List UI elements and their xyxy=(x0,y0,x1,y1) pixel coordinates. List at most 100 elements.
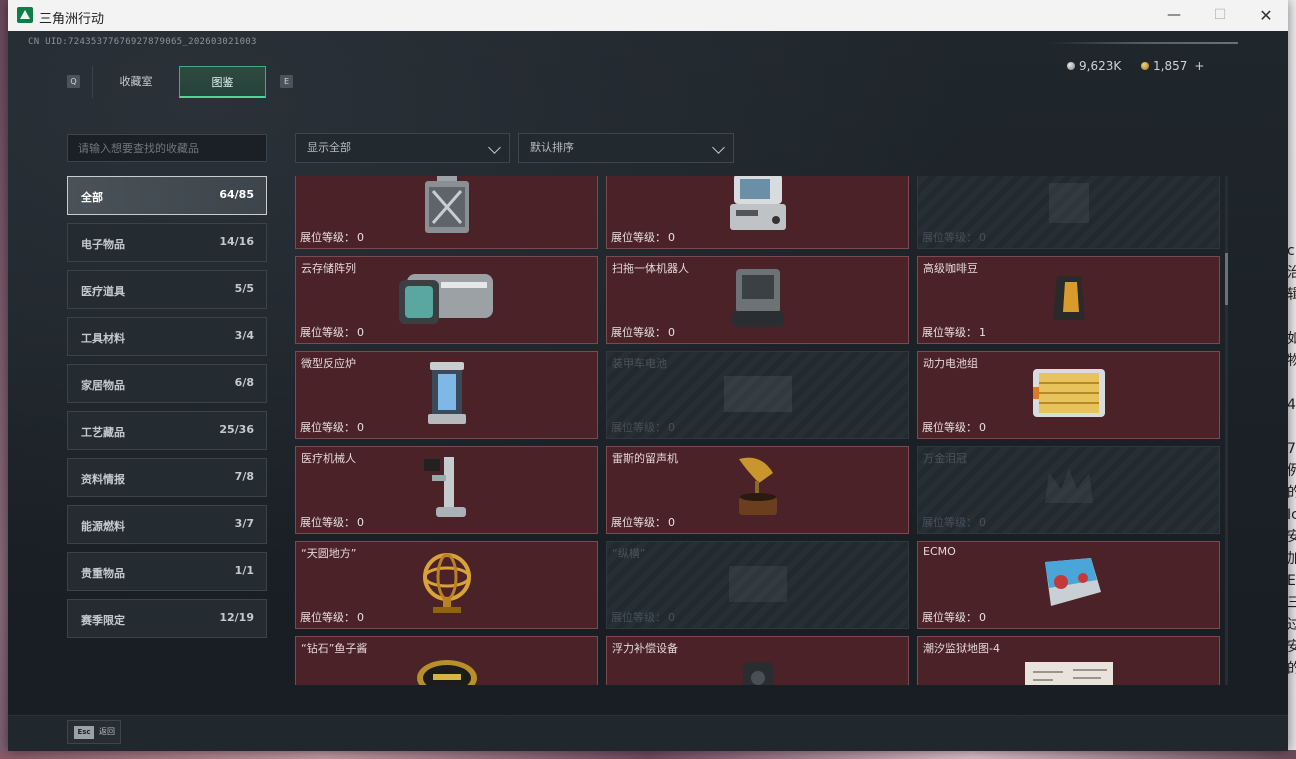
battery-pack-icon xyxy=(1029,363,1109,427)
coffee-bag-icon xyxy=(1051,272,1087,328)
item-level: 展位等级： 0 xyxy=(609,514,675,530)
window-title: 三角洲行动 xyxy=(39,12,105,27)
desktop-peek-char: 的 xyxy=(1287,485,1296,501)
category-count: 3/7 xyxy=(234,517,254,530)
collection-item-card[interactable]: 医疗机械人展位等级： 0 xyxy=(295,446,598,534)
category-item[interactable]: 家居物品 6/8 xyxy=(67,364,267,403)
category-item[interactable]: 工具材料 3/4 xyxy=(67,317,267,356)
collection-item-card[interactable]: “钻石”鱼子酱展位等级：0 xyxy=(295,636,598,685)
category-item[interactable]: 能源燃料 3/7 xyxy=(67,505,267,544)
level-label: 展位等级： xyxy=(922,516,977,529)
desktop-peek-char: 7c xyxy=(1287,441,1296,457)
desktop-peek-char: 例 xyxy=(1287,463,1296,479)
ecmo-icon xyxy=(1031,552,1107,618)
close-button[interactable]: ✕ xyxy=(1243,0,1289,31)
add-currency-button[interactable]: + xyxy=(1194,59,1204,73)
category-item[interactable]: 赛季限定 12/19 xyxy=(67,599,267,638)
level-label: 展位等级： xyxy=(300,611,355,624)
category-count: 12/19 xyxy=(219,611,254,624)
collection-item-card[interactable]: 展位等级： 0 xyxy=(917,176,1220,249)
level-value: 0 xyxy=(357,326,364,339)
bottom-bar xyxy=(8,715,1288,751)
desktop-peek-char xyxy=(1287,416,1296,438)
fuel-can-icon xyxy=(419,176,475,239)
level-value: 0 xyxy=(979,516,986,529)
caviar-tin-icon xyxy=(415,658,479,685)
category-item[interactable]: 贵重物品 1/1 xyxy=(67,552,267,591)
back-button[interactable]: Esc 返回 xyxy=(67,720,121,744)
category-item[interactable]: 全部 64/85 xyxy=(67,176,267,215)
item-level: 展位等级： 0 xyxy=(920,229,986,245)
level-label: 展位等级： xyxy=(922,231,977,244)
item-name: 潮汐监狱地图-4 xyxy=(923,642,1000,655)
sort-dropdown[interactable]: 默认排序 xyxy=(518,133,734,163)
category-item[interactable]: 工艺藏品 25/36 xyxy=(67,411,267,450)
category-count: 3/4 xyxy=(234,329,254,342)
silver-amount: 9,623K xyxy=(1079,59,1122,73)
collection-item-card[interactable]: 展位等级： 0 xyxy=(295,176,598,249)
top-tabs: 收藏室 图鉴 xyxy=(92,66,266,98)
category-label: 全部 xyxy=(81,191,103,204)
minimize-button[interactable]: — xyxy=(1151,0,1197,31)
level-value: 0 xyxy=(357,611,364,624)
tab-collection-room[interactable]: 收藏室 xyxy=(92,66,179,98)
locked-item-icon xyxy=(1039,176,1099,237)
item-grid-viewport: 展位等级： 0 展位等级： 0 展位等级： 0 云存储阵列 展位等级： 0 扫拖一体机器人 展位等级… xyxy=(295,176,1220,685)
collection-item-card[interactable]: 万金泪冠 展位等级： 0 xyxy=(917,446,1220,534)
level-label: 展位等级： xyxy=(611,516,666,529)
collection-item-card[interactable]: ECMO 展位等级： 0 xyxy=(917,541,1220,629)
collection-item-card[interactable]: 动力电池组 展位等级： 0 xyxy=(917,351,1220,439)
category-label: 能源燃料 xyxy=(81,520,125,533)
search-input[interactable] xyxy=(67,134,267,162)
category-item[interactable]: 医疗道具 5/5 xyxy=(67,270,267,309)
level-label: 展位等级： xyxy=(611,421,666,434)
medical-monitor-icon xyxy=(726,176,790,238)
level-value: 0 xyxy=(668,516,675,529)
gold-coin-icon xyxy=(1141,62,1149,70)
collection-item-card[interactable]: 潮汐监狱地图-4展位等级：0 xyxy=(917,636,1220,685)
category-item[interactable]: 资料情报 7/8 xyxy=(67,458,267,497)
collection-item-card[interactable]: 浮力补偿设备展位等级：0 xyxy=(606,636,909,685)
maximize-button[interactable]: ☐ xyxy=(1197,0,1243,31)
esc-key-icon: Esc xyxy=(74,726,94,739)
desktop-peek-char: Ei xyxy=(1287,573,1296,589)
map-icon xyxy=(1023,658,1115,685)
storage-array-icon xyxy=(397,268,497,332)
collection-item-card[interactable]: “天圆地方” 展位等级： 0 xyxy=(295,541,598,629)
level-label: 展位等级： xyxy=(922,611,977,624)
tab-catalog[interactable]: 图鉴 xyxy=(179,66,266,98)
item-name: 微型反应炉 xyxy=(301,357,356,370)
item-level: 展位等级： 0 xyxy=(298,514,364,530)
grid-scrollbar-thumb[interactable] xyxy=(1225,253,1228,305)
collection-item-card[interactable]: 扫拖一体机器人 展位等级： 0 xyxy=(606,256,909,344)
desktop-peek-char xyxy=(1287,372,1296,394)
desktop-peek-char: c xyxy=(1287,243,1295,259)
collection-item-card[interactable]: 展位等级： 0 xyxy=(606,176,909,249)
collection-item-card[interactable]: 雷斯的留声机 展位等级： 0 xyxy=(606,446,909,534)
collection-item-card[interactable]: 装甲车电池 展位等级： 0 xyxy=(606,351,909,439)
level-value: 0 xyxy=(979,611,986,624)
chevron-down-icon xyxy=(712,141,725,154)
desktop-wallpaper-strip xyxy=(0,750,1296,759)
category-item[interactable]: 电子物品 14/16 xyxy=(67,223,267,262)
item-level: 展位等级： 0 xyxy=(609,609,675,625)
level-label: 展位等级： xyxy=(300,516,355,529)
armillary-icon xyxy=(419,549,475,621)
filter-dropdown[interactable]: 显示全部 xyxy=(295,133,510,163)
collection-item-card[interactable]: “纵横” 展位等级： 0 xyxy=(606,541,909,629)
item-level: 展位等级： 0 xyxy=(920,609,986,625)
prev-tab-key-hint[interactable]: Q xyxy=(67,75,80,88)
gold-currency[interactable]: 1,857 + xyxy=(1141,59,1204,73)
item-name: 医疗机械人 xyxy=(301,452,356,465)
desktop-peek-char: 如 xyxy=(1287,331,1296,347)
item-name: 浮力补偿设备 xyxy=(612,642,678,655)
next-tab-key-hint[interactable]: E xyxy=(280,75,293,88)
category-label: 电子物品 xyxy=(81,238,125,251)
collection-item-card[interactable]: 高级咖啡豆 展位等级： 1 xyxy=(917,256,1220,344)
category-count: 7/8 xyxy=(234,470,254,483)
category-count: 64/85 xyxy=(219,188,254,201)
collection-item-card[interactable]: 微型反应炉 展位等级： 0 xyxy=(295,351,598,439)
item-grid: 展位等级： 0 展位等级： 0 展位等级： 0 云存储阵列 展位等级： 0 扫拖一体机器人 展位等级… xyxy=(295,176,1220,685)
collection-item-card[interactable]: 云存储阵列 展位等级： 0 xyxy=(295,256,598,344)
gold-amount: 1,857 xyxy=(1153,59,1188,73)
